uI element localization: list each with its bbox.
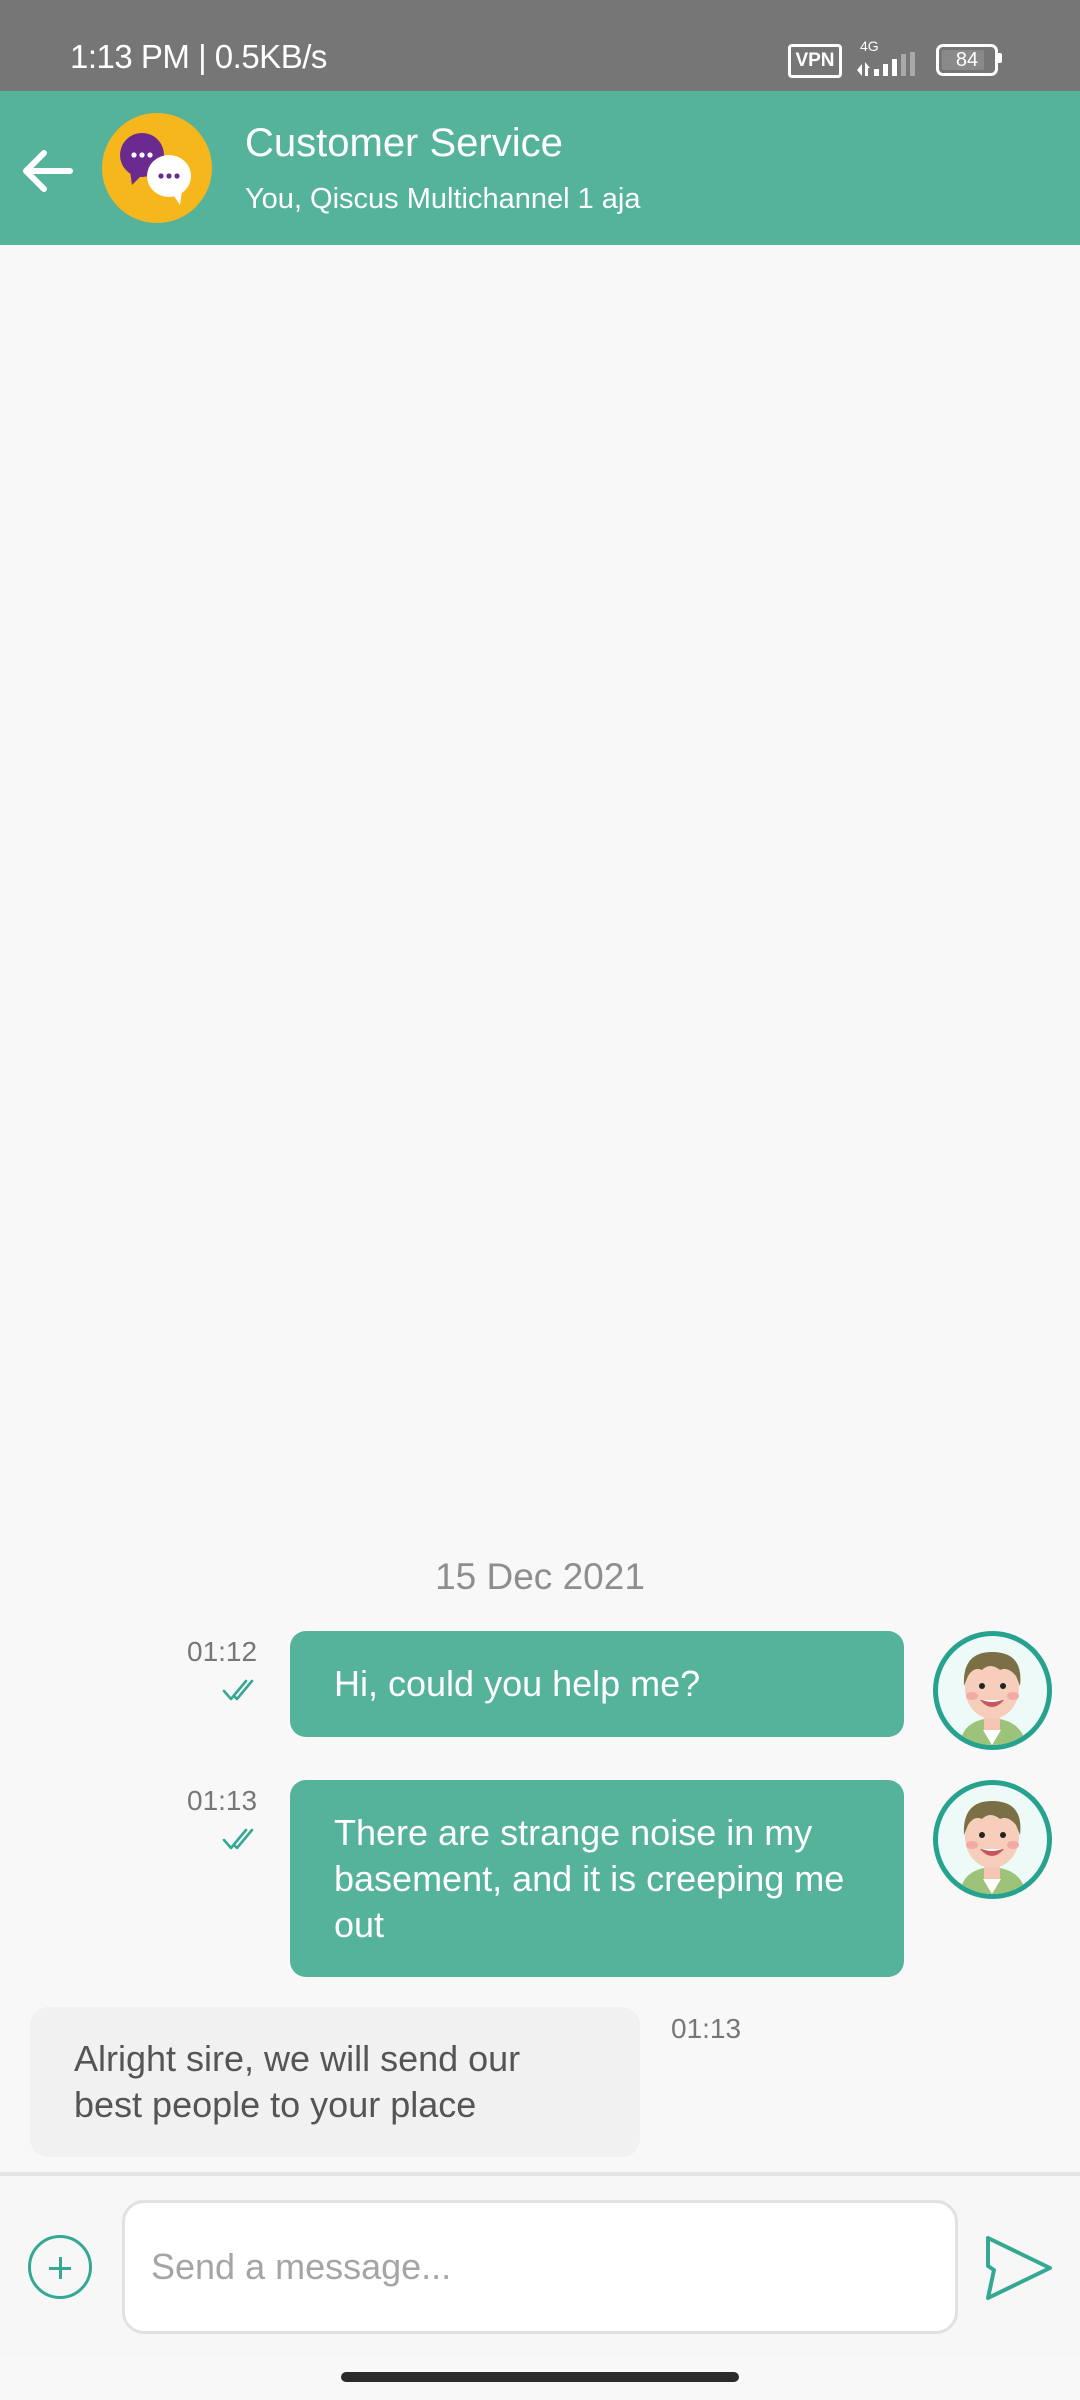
room-avatar[interactable]	[102, 113, 212, 223]
user-avatar-image	[960, 1801, 1026, 1894]
user-avatar-image	[960, 1652, 1026, 1745]
user-avatar[interactable]	[933, 1780, 1052, 1899]
double-check-icon	[222, 1828, 254, 1850]
room-participants: You, Qiscus Multichannel 1 aja	[245, 183, 641, 215]
message-input[interactable]	[122, 2200, 958, 2334]
arrow-left-icon	[23, 150, 73, 192]
battery-level: 84	[955, 49, 979, 71]
status-time: 1:13 PM | 0.5KB/s	[70, 38, 327, 75]
message-time: 01:13	[671, 2013, 742, 2044]
message-bubble-outgoing[interactable]: Hi, could you help me?	[290, 1631, 904, 1737]
double-check-icon	[222, 1679, 254, 1701]
message-text: Alright sire, we will send our best peop…	[74, 2038, 521, 2125]
message-time: 01:13	[187, 1785, 258, 1816]
chat-header: Customer Service You, Qiscus Multichanne…	[0, 91, 1080, 245]
message-composer	[0, 2176, 1080, 2356]
home-indicator[interactable]	[341, 2372, 739, 2382]
vpn-icon: VPN	[788, 44, 842, 78]
battery-icon: 84	[936, 44, 998, 76]
attach-button[interactable]	[28, 2235, 92, 2299]
date-separator: 15 Dec 2021	[435, 1556, 645, 1597]
back-button[interactable]	[18, 141, 78, 201]
room-title[interactable]: Customer Service	[245, 121, 563, 166]
message-time: 01:12	[187, 1636, 258, 1667]
chat-bubbles-icon	[120, 133, 191, 205]
message-text: There are strange noise in my basement, …	[334, 1811, 845, 1945]
cellular-signal-icon: 4G	[855, 38, 925, 78]
battery-tip	[998, 53, 1002, 63]
message-text: Hi, could you help me?	[334, 1663, 701, 1704]
status-bar: 1:13 PM | 0.5KB/s VPN 4G 84	[0, 0, 1080, 91]
message-bubble-incoming[interactable]: Alright sire, we will send our best peop…	[30, 2007, 640, 2157]
send-button[interactable]	[982, 2232, 1056, 2304]
message-bubble-outgoing[interactable]: There are strange noise in my basement, …	[290, 1780, 904, 1977]
user-avatar[interactable]	[933, 1631, 1052, 1750]
send-icon	[986, 2236, 1052, 2300]
